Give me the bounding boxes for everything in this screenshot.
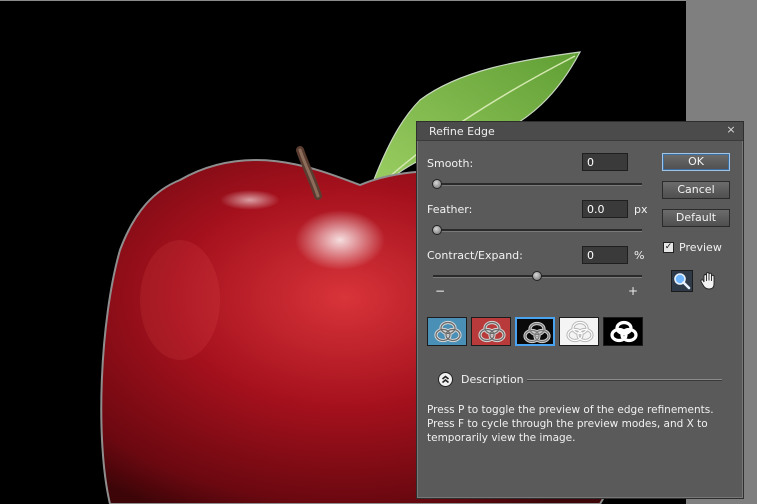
plus-label: +: [628, 284, 639, 298]
preview-mode-quick-mask[interactable]: [471, 317, 511, 346]
minus-label: −: [435, 284, 446, 298]
default-button[interactable]: Default: [662, 209, 730, 227]
close-icon[interactable]: ×: [725, 123, 737, 137]
contract-expand-label: Contract/Expand:: [427, 249, 523, 262]
hand-icon[interactable]: [698, 270, 720, 292]
feather-slider-track[interactable]: [433, 229, 642, 232]
description-toggle[interactable]: [438, 372, 453, 387]
feather-unit: px: [634, 203, 648, 216]
chevron-up-icon: [441, 375, 450, 384]
contract-expand-unit: %: [634, 249, 645, 262]
description-label: Description: [461, 373, 524, 386]
smooth-label: Smooth:: [427, 157, 474, 170]
preview-mode-mask[interactable]: [603, 317, 643, 346]
dialog-title: Refine Edge: [429, 125, 495, 138]
preview-mode-custom-overlay[interactable]: [427, 317, 467, 346]
smooth-input[interactable]: 0: [582, 153, 628, 171]
preview-mode-on-white[interactable]: [559, 317, 599, 346]
contract-expand-slider-thumb[interactable]: [531, 271, 542, 281]
preview-mode-on-black[interactable]: [515, 317, 555, 346]
dialog-titlebar[interactable]: Refine Edge ×: [417, 122, 743, 141]
feather-slider-thumb[interactable]: [432, 225, 442, 235]
smooth-slider-track[interactable]: [433, 183, 642, 186]
top-border: [0, 0, 757, 1]
feather-label: Feather:: [427, 203, 473, 216]
refine-edge-dialog: Refine Edge × Smooth: 0 Feather: 0.0 px …: [416, 121, 744, 499]
description-divider: [527, 379, 722, 381]
contract-expand-input[interactable]: 0: [582, 246, 628, 264]
cancel-button[interactable]: Cancel: [662, 181, 730, 199]
ok-button[interactable]: OK: [662, 153, 730, 171]
feather-input[interactable]: 0.0: [582, 200, 628, 218]
preview-label: Preview: [679, 241, 722, 254]
zoom-icon[interactable]: [671, 270, 693, 292]
description-text: Press P to toggle the preview of the edg…: [427, 404, 714, 444]
preview-checkbox[interactable]: ✓: [663, 242, 674, 253]
smooth-slider-thumb[interactable]: [432, 179, 442, 189]
